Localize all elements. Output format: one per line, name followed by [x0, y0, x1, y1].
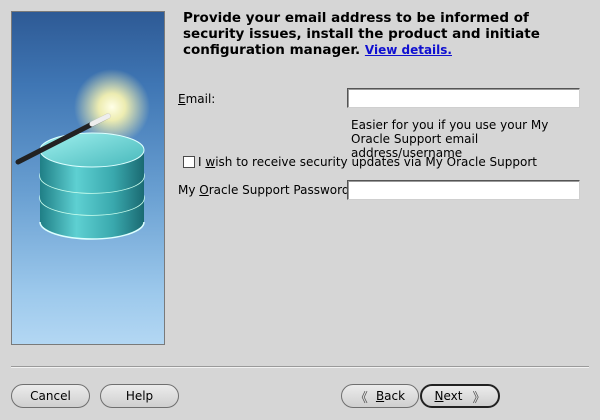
email-hint-text: Easier for you if you use your My Oracle…: [351, 118, 549, 160]
next-chevron-icon: 》: [472, 390, 486, 406]
back-chevron-icon: 《: [354, 390, 368, 406]
back-button[interactable]: 《 Back: [341, 384, 419, 408]
button-bar-divider: [11, 366, 589, 368]
security-updates-checkbox[interactable]: [183, 156, 195, 168]
instruction-text: Provide your email address to be informe…: [183, 10, 540, 58]
next-button[interactable]: Next 》: [420, 384, 500, 408]
password-input[interactable]: [347, 180, 580, 200]
view-details-link[interactable]: View details.: [365, 43, 452, 57]
instruction-heading: Provide your email address to be informe…: [183, 10, 588, 58]
cancel-button[interactable]: Cancel: [11, 384, 90, 408]
database-wand-icon: [15, 69, 150, 240]
security-updates-label[interactable]: I wish to receive security updates via M…: [198, 155, 537, 169]
help-button[interactable]: Help: [100, 384, 179, 408]
back-button-label: Back: [375, 389, 406, 403]
next-button-label: Next: [434, 389, 463, 403]
email-label: Email:: [178, 92, 216, 106]
email-input[interactable]: [347, 88, 580, 108]
password-label: My Oracle Support Password:: [178, 183, 354, 197]
installer-window: Provide your email address to be informe…: [0, 0, 600, 420]
side-graphic-panel: [11, 11, 165, 345]
database-cylinder: [39, 132, 145, 240]
